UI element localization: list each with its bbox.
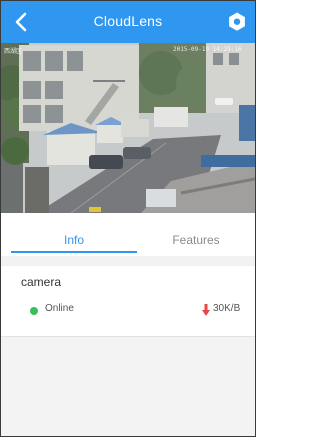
- device-name: camera: [21, 275, 62, 289]
- app-window: CloudLens 西湖区 2015-09-19 14:29:16 Info F…: [0, 0, 256, 437]
- settings-icon: [229, 12, 245, 31]
- camera-location-overlay: 西湖区: [4, 48, 23, 55]
- camera-timestamp-overlay: 2015-09-19 14:29:16: [173, 46, 242, 53]
- arrow-down-icon: [202, 304, 210, 316]
- settings-button[interactable]: [225, 10, 249, 34]
- online-status-icon: [30, 307, 38, 315]
- empty-content-area: [1, 336, 255, 436]
- camera-live-view[interactable]: 西湖区 2015-09-19 14:29:16: [1, 43, 255, 213]
- data-rate: 30K/B: [213, 303, 241, 314]
- camera-scene-image: [1, 43, 255, 213]
- tab-bar: Info Features: [1, 225, 255, 255]
- tab-features[interactable]: Features: [136, 225, 255, 255]
- section-divider: [1, 256, 255, 266]
- top-bar: CloudLens: [1, 1, 255, 43]
- device-status: Online: [45, 303, 74, 314]
- active-tab-indicator: [11, 251, 137, 253]
- device-info-card: camera Online 30K/B: [1, 266, 255, 336]
- page-title: CloudLens: [93, 13, 163, 29]
